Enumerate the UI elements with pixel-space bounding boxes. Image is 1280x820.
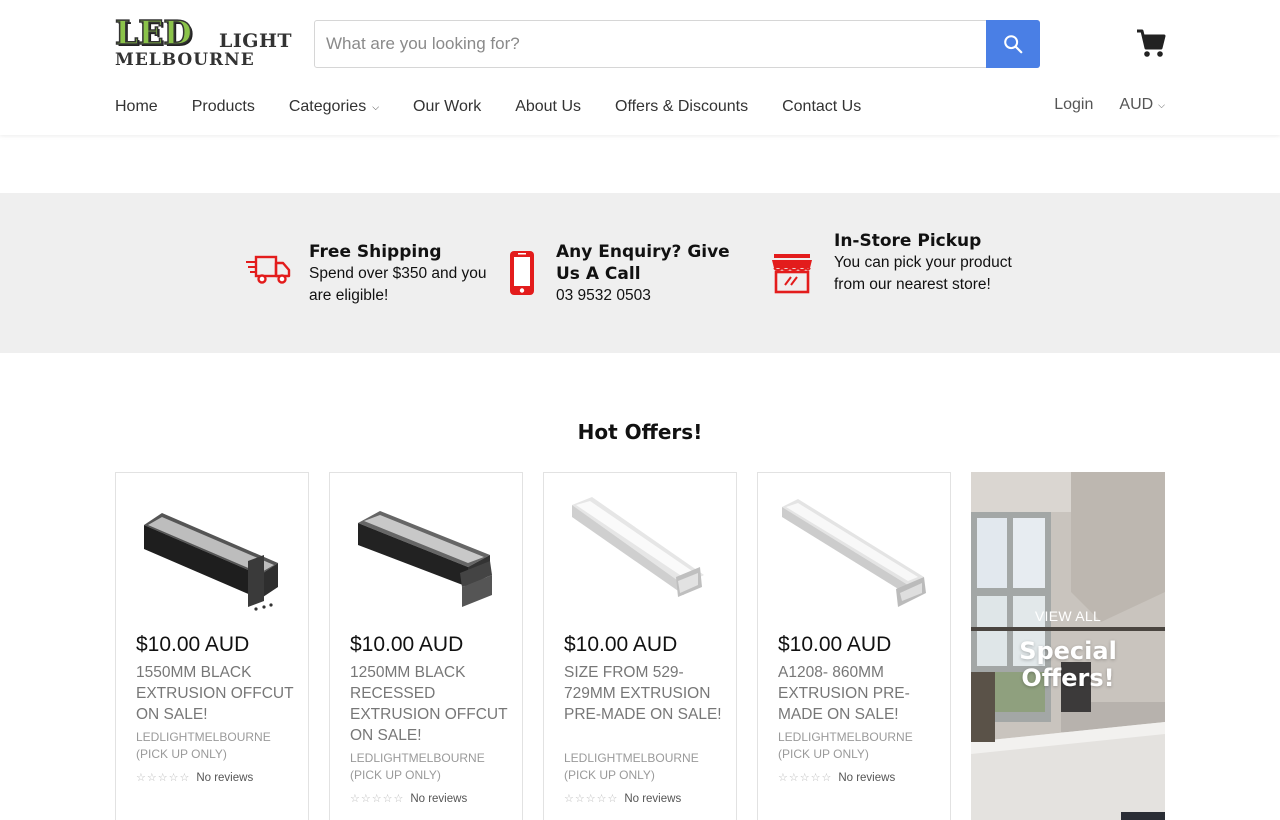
site-logo[interactable]: LED LIGHT MELBOURNE: [114, 13, 293, 70]
product-reviews: ☆☆☆☆☆ No reviews: [564, 792, 729, 806]
logo-led-text: LED: [114, 13, 192, 52]
product-image: [144, 513, 278, 611]
product-title[interactable]: 1550MM BLACK EXTRUSION OFFCUT ON SALE!: [136, 662, 296, 725]
nav-contact-label: Contact Us: [782, 98, 862, 115]
product-meta: LEDLIGHTMELBOURNE (PICK UP ONLY) ☆☆☆☆☆ N…: [350, 749, 515, 805]
nav-home[interactable]: Home: [115, 96, 158, 118]
product-reviews: ☆☆☆☆☆ No reviews: [778, 771, 943, 785]
search-icon: [1004, 35, 1023, 54]
site-header: LED LIGHT MELBOURNE Home Products Catego…: [0, 0, 1280, 135]
feature-store-pickup: In-Store Pickup You can pick your produc…: [771, 230, 1031, 296]
main-nav: Home Products Categories ⌵ Our Work About…: [115, 96, 895, 118]
chevron-down-icon: ⌵: [372, 101, 380, 112]
cart-icon: [1137, 29, 1166, 57]
reviews-count: No reviews: [838, 771, 896, 784]
special-offers-headline: Special Offers!: [1019, 637, 1117, 692]
feature-text: You can pick your product from our neare…: [834, 254, 1012, 293]
special-offers-tile[interactable]: VIEW ALL Special Offers!: [971, 472, 1165, 820]
currency-selector[interactable]: AUD ⌵: [1119, 96, 1165, 114]
nav-about-us[interactable]: About Us: [515, 96, 581, 118]
product-reviews: ☆☆☆☆☆ No reviews: [136, 771, 301, 785]
product-price: $10.00 AUD: [136, 633, 250, 656]
star-rating-icon: ☆☆☆☆☆: [350, 793, 405, 805]
nav-our-work[interactable]: Our Work: [413, 96, 481, 118]
feature-free-shipping: Free Shipping Spend over $350 and you ar…: [245, 241, 495, 307]
product-meta: LEDLIGHTMELBOURNE (PICK UP ONLY) ☆☆☆☆☆ N…: [564, 749, 729, 805]
product-card[interactable]: $10.00 AUD 1250MM BLACK RECESSED EXTRUSI…: [329, 472, 523, 820]
nav-offers-label: Offers & Discounts: [615, 98, 749, 115]
hot-offers-title: Hot Offers!: [577, 420, 703, 444]
nav-products-label: Products: [191, 98, 255, 115]
chevron-down-icon: ⌵: [1158, 99, 1165, 110]
cart-button[interactable]: [1136, 28, 1166, 60]
product-card[interactable]: $10.00 AUD SIZE FROM 529-729MM EXTRUSION…: [543, 472, 737, 820]
nav-categories[interactable]: Categories ⌵: [289, 96, 379, 118]
nav-products[interactable]: Products: [192, 96, 255, 118]
product-price: $10.00 AUD: [778, 633, 892, 656]
feature-text: Spend over $350 and you are eligible!: [309, 265, 487, 304]
nav-about-us-label: About Us: [515, 98, 581, 115]
currency-label: AUD: [1119, 96, 1154, 113]
product-title[interactable]: 1250MM BLACK RECESSED EXTRUSION OFFCUT O…: [350, 662, 510, 746]
feature-title: Any Enquiry? Give Us A Call: [556, 242, 730, 284]
product-image: [572, 497, 704, 597]
product-vendor: LEDLIGHTMELBOURNE (PICK UP ONLY): [778, 730, 913, 761]
nav-our-work-label: Our Work: [413, 98, 482, 115]
features-band: Free Shipping Spend over $350 and you ar…: [0, 193, 1280, 353]
nav-home-label: Home: [115, 98, 158, 115]
product-title[interactable]: A1208- 860MM EXTRUSION PRE-MADE ON SALE!: [778, 662, 938, 725]
product-reviews: ☆☆☆☆☆ No reviews: [350, 792, 515, 806]
product-image: [358, 511, 492, 607]
logo-melbourne-text: MELBOURNE: [115, 50, 255, 70]
product-price: $10.00 AUD: [564, 633, 678, 656]
product-title[interactable]: SIZE FROM 529-729MM EXTRUSION PRE-MADE O…: [564, 662, 724, 725]
product-meta: LEDLIGHTMELBOURNE (PICK UP ONLY) ☆☆☆☆☆ N…: [136, 728, 301, 784]
search-bar: [314, 20, 1040, 68]
star-rating-icon: ☆☆☆☆☆: [136, 772, 191, 784]
reviews-count: No reviews: [410, 792, 468, 805]
search-button[interactable]: [986, 20, 1040, 68]
view-all-link[interactable]: VIEW ALL: [971, 608, 1165, 624]
product-vendor: LEDLIGHTMELBOURNE (PICK UP ONLY): [350, 751, 485, 782]
product-card[interactable]: $10.00 AUD A1208- 860MM EXTRUSION PRE-MA…: [757, 472, 951, 820]
product-price: $10.00 AUD: [350, 633, 464, 656]
delivery-truck-icon: [246, 255, 291, 284]
account-area: Login AUD ⌵: [1054, 96, 1165, 114]
nav-categories-label: Categories: [288, 98, 367, 115]
product-vendor: LEDLIGHTMELBOURNE (PICK UP ONLY): [564, 751, 699, 782]
star-rating-icon: ☆☆☆☆☆: [778, 772, 833, 784]
product-card[interactable]: $10.00 AUD 1550MM BLACK EXTRUSION OFFCUT…: [115, 472, 309, 820]
product-meta: LEDLIGHTMELBOURNE (PICK UP ONLY) ☆☆☆☆☆ N…: [778, 728, 943, 784]
login-link[interactable]: Login: [1054, 96, 1093, 114]
mobile-phone-icon: [510, 251, 534, 295]
product-vendor: LEDLIGHTMELBOURNE (PICK UP ONLY): [136, 730, 271, 761]
reviews-count: No reviews: [624, 792, 682, 805]
feature-title: In-Store Pickup: [834, 231, 982, 251]
reviews-count: No reviews: [196, 771, 254, 784]
storefront-icon: [772, 254, 812, 294]
search-input[interactable]: [315, 21, 987, 67]
product-image: [782, 499, 926, 607]
feature-title: Free Shipping: [309, 242, 442, 262]
star-rating-icon: ☆☆☆☆☆: [564, 793, 619, 805]
feature-text[interactable]: 03 9532 0503: [556, 285, 753, 307]
nav-contact-us[interactable]: Contact Us: [782, 96, 861, 118]
nav-offers-discounts[interactable]: Offers & Discounts: [615, 96, 748, 118]
logo-light-text: LIGHT: [219, 30, 293, 52]
feature-enquiry: Any Enquiry? Give Us A Call 03 9532 0503: [508, 241, 753, 307]
